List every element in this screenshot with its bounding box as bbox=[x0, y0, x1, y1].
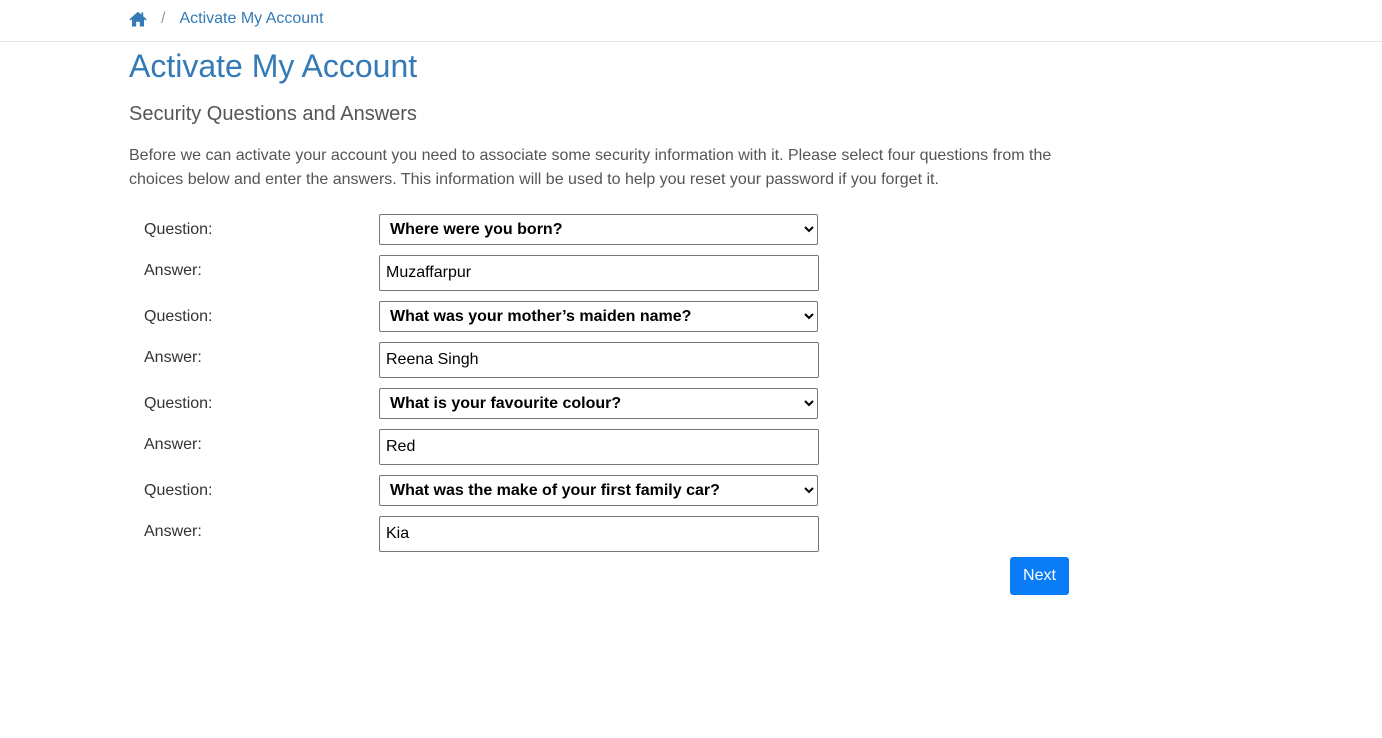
answer-input-1[interactable] bbox=[379, 255, 819, 291]
top-bar: / Activate My Account bbox=[0, 0, 1382, 42]
section-subtitle: Security Questions and Answers bbox=[129, 103, 417, 125]
question-label-3: Question: bbox=[144, 395, 213, 412]
breadcrumb-current[interactable]: Activate My Account bbox=[179, 10, 323, 28]
question-select-2[interactable]: What was your mother’s maiden name? bbox=[379, 301, 818, 332]
home-icon[interactable] bbox=[129, 11, 147, 27]
question-label-4: Question: bbox=[144, 482, 213, 499]
answer-label-3: Answer: bbox=[144, 436, 202, 453]
answer-label-1: Answer: bbox=[144, 262, 202, 279]
answer-input-4[interactable] bbox=[379, 516, 819, 552]
intro-text: Before we can activate your account you … bbox=[129, 147, 1052, 188]
question-label-1: Question: bbox=[144, 221, 213, 238]
breadcrumb: / Activate My Account bbox=[129, 8, 324, 30]
question-select-3[interactable]: What is your favourite colour? bbox=[379, 388, 818, 419]
question-select-4[interactable]: What was the make of your first family c… bbox=[379, 475, 818, 506]
answer-label-2: Answer: bbox=[144, 349, 202, 366]
answer-input-2[interactable] bbox=[379, 342, 819, 378]
breadcrumb-separator: / bbox=[161, 10, 166, 27]
answer-input-3[interactable] bbox=[379, 429, 819, 465]
page-title: Activate My Account bbox=[129, 48, 418, 84]
answer-label-4: Answer: bbox=[144, 523, 202, 540]
next-button[interactable]: Next bbox=[1010, 557, 1069, 595]
question-select-1[interactable]: Where were you born? bbox=[379, 214, 818, 245]
question-label-2: Question: bbox=[144, 308, 213, 325]
